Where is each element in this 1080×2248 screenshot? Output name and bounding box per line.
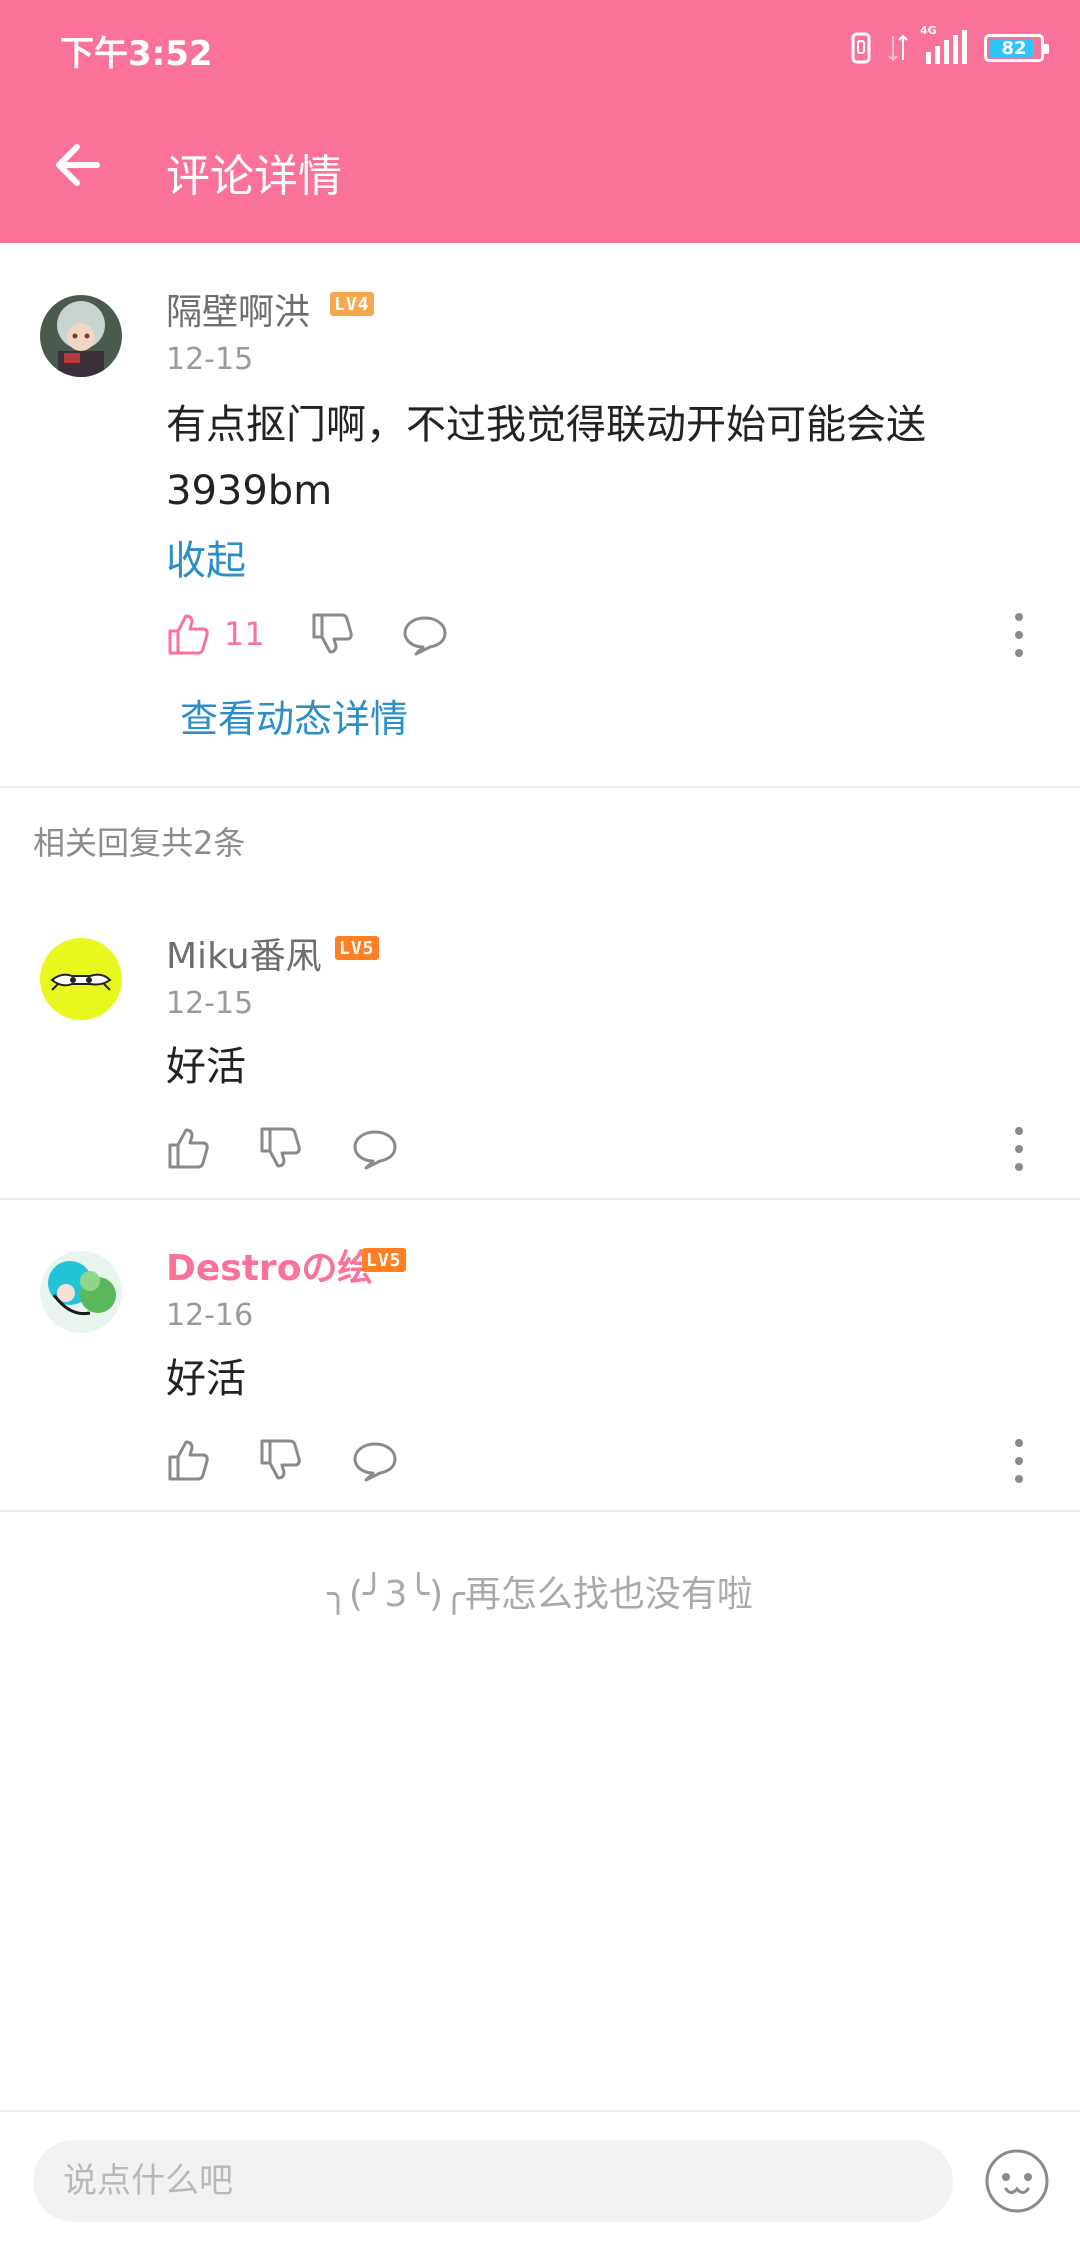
end-of-list-message: ╮(╯3╰)╭再怎么找也没有啦 xyxy=(327,1574,753,1615)
view-dynamic-link[interactable]: 查看动态详情 xyxy=(180,688,408,743)
like-count: 11 xyxy=(224,615,265,653)
status-time: 下午3:52 xyxy=(60,34,213,74)
comment-date: 12-15 xyxy=(166,986,254,1021)
thumbs-up-icon xyxy=(168,1128,209,1169)
comment-input[interactable] xyxy=(33,2140,953,2222)
thumbs-down-icon xyxy=(260,1127,301,1168)
username[interactable]: 隔壁啊洪 xyxy=(166,283,310,335)
status-icons: 4G 82 xyxy=(850,24,1049,68)
like-button[interactable]: 11 xyxy=(166,612,265,656)
level-badge: LV5 xyxy=(362,1248,406,1272)
comment-text-line-2: 3939bm xyxy=(166,468,333,514)
dislike-button[interactable] xyxy=(310,612,354,656)
divider xyxy=(0,786,1080,788)
dislike-button[interactable] xyxy=(258,1438,302,1482)
page-title: 评论详情 xyxy=(166,151,342,202)
comment-date: 12-16 xyxy=(166,1298,254,1333)
more-options-icon[interactable] xyxy=(1009,1119,1029,1179)
like-button[interactable] xyxy=(166,1438,210,1482)
comment-date: 12-15 xyxy=(166,342,254,377)
emoji-button[interactable] xyxy=(984,2148,1050,2214)
reply-button[interactable] xyxy=(352,1440,398,1482)
header: 下午3:52 4G 82 评论详情 xyxy=(0,0,1080,243)
emoji-face-icon xyxy=(985,2149,1049,2213)
like-button[interactable] xyxy=(166,1126,210,1170)
divider xyxy=(0,1510,1080,1512)
thumbs-down-icon xyxy=(312,613,353,654)
network-type: 4G xyxy=(920,24,937,37)
avatar[interactable] xyxy=(40,295,122,377)
back-button[interactable] xyxy=(42,130,112,200)
level-badge: LV5 xyxy=(335,936,379,960)
dislike-button[interactable] xyxy=(258,1126,302,1170)
replies-header: 相关回复共2条 xyxy=(33,824,246,862)
comment-input-bar xyxy=(0,2110,1080,2248)
avatar[interactable] xyxy=(40,938,122,1020)
thumbs-up-icon xyxy=(168,1440,209,1481)
level-badge: LV4 xyxy=(330,292,374,316)
more-options-icon[interactable] xyxy=(1009,1431,1029,1491)
thumbs-up-icon xyxy=(168,614,209,655)
username[interactable]: Destroの绘 xyxy=(166,1239,373,1291)
collapse-link[interactable]: 收起 xyxy=(166,528,246,586)
more-options-icon[interactable] xyxy=(1009,605,1029,665)
comment-detail-page: 下午3:52 4G 82 评论详情 隔壁啊洪 LV4 12-15 有点抠门啊，不… xyxy=(0,0,1080,2248)
thumbs-down-icon xyxy=(260,1439,301,1480)
data-transfer-icon xyxy=(888,34,908,62)
battery-icon: 82 xyxy=(984,34,1049,62)
comment-bubble-icon xyxy=(353,1130,397,1170)
reply-button[interactable] xyxy=(352,1128,398,1170)
reply-button[interactable] xyxy=(402,614,448,656)
battery-cap xyxy=(1044,44,1049,54)
comment-bubble-icon xyxy=(353,1442,397,1482)
username[interactable]: Miku番凩 xyxy=(166,927,322,979)
arrow-left-icon xyxy=(56,144,100,186)
avatar[interactable] xyxy=(40,1251,122,1333)
comment-text-line-1: 有点抠门啊，不过我觉得联动开始可能会送 xyxy=(166,402,926,448)
battery-level: 82 xyxy=(1001,37,1027,59)
vibrate-icon xyxy=(851,32,871,64)
signal-icon: 4G xyxy=(920,24,968,66)
reply-text: 好活 xyxy=(166,1356,246,1402)
divider xyxy=(0,1198,1080,1200)
reply-text: 好活 xyxy=(166,1044,246,1090)
comment-bubble-icon xyxy=(403,616,447,656)
